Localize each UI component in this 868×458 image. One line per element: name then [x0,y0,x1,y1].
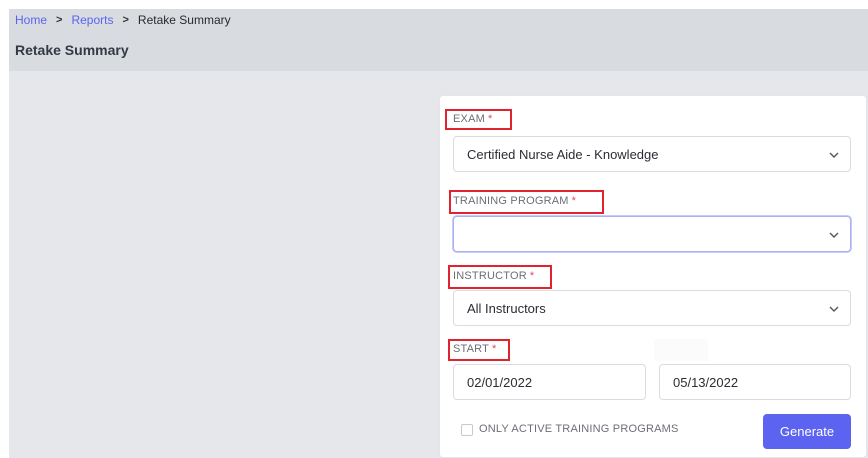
page-header: Home > Reports > Retake Summary Retake S… [9,9,868,71]
required-marker: * [487,113,493,125]
exam-select-value: Certified Nurse Aide - Knowledge [467,147,659,162]
required-marker: * [492,343,497,355]
chevron-down-icon [829,152,839,158]
start-date-input[interactable]: 02/01/2022 [453,364,646,400]
required-marker: * [571,195,577,207]
instructor-select-value: All Instructors [467,301,546,316]
start-date-value: 02/01/2022 [467,375,533,390]
chevron-down-icon [829,232,839,238]
instructor-select[interactable]: All Instructors [453,290,851,326]
end-date-value: 05/13/2022 [673,375,739,390]
report-form-card: EXAM * Certified Nurse Aide - Knowledge T… [439,95,867,458]
exam-select[interactable]: Certified Nurse Aide - Knowledge [453,136,851,172]
breadcrumb-separator: > [56,14,63,26]
breadcrumb: Home > Reports > Retake Summary [15,13,231,27]
only-active-checkbox[interactable] [461,424,473,436]
training-program-select[interactable] [453,216,851,252]
training-program-label: TRAINING PROGRAM * [453,195,577,207]
only-active-label[interactable]: ONLY ACTIVE TRAINING PROGRAMS [479,423,679,435]
end-date-input[interactable]: 05/13/2022 [659,364,851,400]
end-label-placeholder [654,339,708,361]
breadcrumb-current: Retake Summary [137,13,231,27]
page-title: Retake Summary [15,42,129,58]
page-background: Home > Reports > Retake Summary Retake S… [9,9,868,458]
generate-button[interactable]: Generate [763,414,851,449]
chevron-down-icon [829,306,839,312]
breadcrumb-separator: > [122,14,129,26]
instructor-label: INSTRUCTOR * [453,270,535,282]
exam-label: EXAM * [453,113,493,125]
breadcrumb-home[interactable]: Home [15,13,47,27]
start-label: START * [453,343,497,355]
breadcrumb-reports[interactable]: Reports [71,13,113,27]
required-marker: * [529,270,535,282]
